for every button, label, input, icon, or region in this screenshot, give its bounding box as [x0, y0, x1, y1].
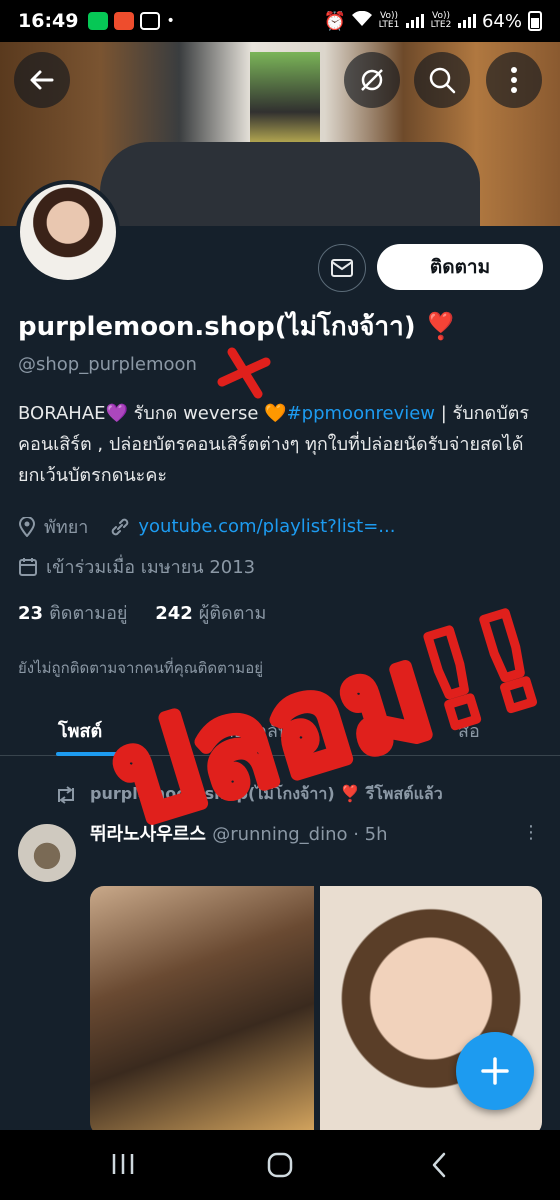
hashtag-link[interactable]: #ppmoonreview [287, 403, 435, 424]
plus-icon [481, 1057, 509, 1085]
calendar-icon [19, 557, 37, 576]
tweet-author-name: 뛰라노사우르스 [90, 824, 206, 845]
tweet-author-avatar[interactable] [18, 824, 76, 882]
more-options-button[interactable] [486, 52, 542, 108]
tweet-author-handle: @running_dino · 5h [212, 824, 388, 845]
profile-bio: BORAHAE💜 รับกด weverse 🧡#ppmoonreview | … [18, 403, 530, 486]
sim2-label: Vo)) LTE2 [430, 11, 452, 30]
battery-percent: 64% [481, 10, 522, 32]
system-nav-bar [0, 1130, 560, 1200]
heart-emoji: ❣️ [424, 312, 458, 342]
status-time: 16:49 [18, 10, 79, 32]
envelope-icon [331, 259, 353, 277]
profile-website-link[interactable]: youtube.com/playlist?list=... [138, 516, 395, 537]
repost-indicator: purplemoon.shop(ไม่โกงจ้าา) ❣️ รีโพสต์แล… [54, 782, 443, 807]
recent-apps-icon[interactable] [110, 1152, 136, 1176]
home-icon[interactable] [267, 1152, 293, 1178]
profile-handle: @shop_purplemoon [18, 354, 197, 375]
compose-button[interactable] [456, 1032, 534, 1110]
profile-avatar[interactable] [16, 180, 120, 284]
location-pin-icon [18, 516, 36, 537]
arrow-left-icon [30, 70, 54, 90]
tweet-more-button[interactable]: ⋮ [522, 822, 540, 843]
signal2-icon [457, 14, 476, 28]
line-app-icon [88, 12, 109, 30]
status-bar: 16:49 • ⏰ Vo)) LTE1 Vo)) LTE2 64% [0, 0, 560, 42]
more-vertical-icon [511, 67, 517, 93]
followers-you-know-note: ยังไม่ถูกติดตามจากคนที่คุณติดตามอยู่ [18, 659, 263, 677]
search-icon [429, 67, 456, 94]
no-sync-icon [361, 69, 383, 91]
alarm-icon: ⏰ [323, 10, 346, 32]
orange-heart-icon: 🧡 [264, 403, 287, 424]
profile-location: พัทยา [44, 517, 89, 538]
battery-icon [528, 11, 542, 31]
back-nav-icon[interactable] [430, 1152, 448, 1178]
annotation-cross-mark [217, 347, 271, 399]
following-link[interactable]: 23 ติดตามอยู่ [18, 603, 127, 624]
no-sync-button[interactable] [344, 52, 400, 108]
purple-heart-icon: 💜 [105, 403, 128, 424]
wifi-icon [351, 10, 372, 32]
tab-replies[interactable]: ตอบกลับ [222, 716, 289, 745]
followers-link[interactable]: 242 ผู้ติดตาม [155, 603, 266, 624]
profile-tabs: โพสต์ ตอบกลับ สื่อ [0, 700, 560, 756]
back-button[interactable] [14, 52, 70, 108]
follow-button[interactable]: ติดตาม [377, 244, 543, 290]
instagram-app-icon [140, 12, 161, 30]
signal1-icon [405, 14, 424, 28]
active-tab-indicator [56, 752, 130, 756]
follow-counts: 23 ติดตามอยู่ 242 ผู้ติดตาม [18, 598, 266, 627]
repost-label: purplemoon.shop(ไม่โกงจ้าา) ❣️ รีโพสต์แล… [90, 784, 443, 803]
profile-meta-row: พัทยา youtube.com/playlist?list=... [18, 512, 395, 541]
tweet-author[interactable]: 뛰라노사우르스 @running_dino · 5h [90, 820, 388, 846]
profile-joined-row: เข้าร่วมเมื่อ เมษายน 2013 [18, 552, 255, 581]
link-icon [112, 518, 129, 535]
profile-joined-date: เข้าร่วมเมื่อ เมษายน 2013 [46, 557, 256, 578]
search-button[interactable] [414, 52, 470, 108]
profile-display-name: purplemoon.shop(ไม่โกงจ้าา) ❣️ [18, 312, 458, 342]
tab-media[interactable]: สื่อ [458, 716, 480, 745]
sim1-label: Vo)) LTE1 [378, 11, 400, 30]
dot-icon: • [166, 13, 175, 29]
tweet-media-image-1[interactable] [90, 886, 314, 1136]
tab-posts[interactable]: โพสต์ [58, 716, 102, 745]
shopee-app-icon [114, 12, 135, 30]
repost-icon [58, 785, 74, 804]
message-button[interactable] [318, 244, 366, 292]
